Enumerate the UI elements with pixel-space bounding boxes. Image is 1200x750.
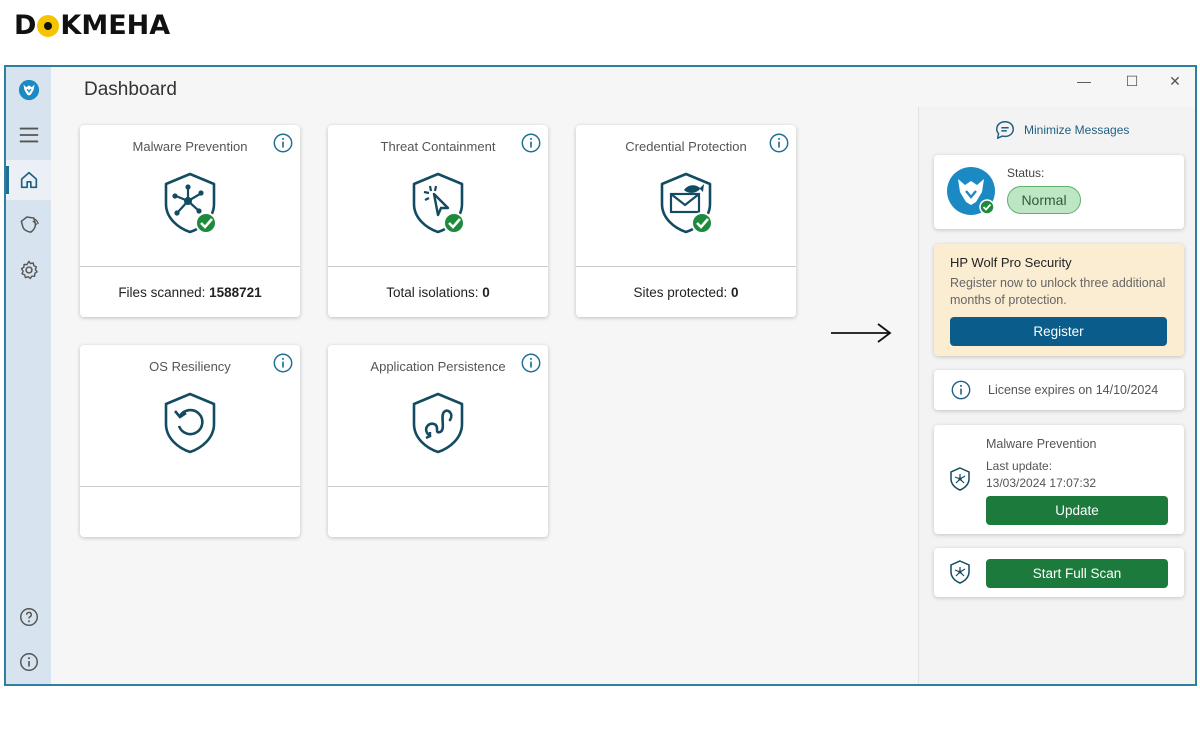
card-footer: Files scanned: 1588721: [80, 285, 300, 300]
card-threat-containment[interactable]: Threat Containment Total isolations: 0: [328, 125, 548, 317]
sidebar-item-alerts[interactable]: [6, 205, 51, 245]
status-card: Status: Normal: [934, 155, 1184, 229]
maximize-window-button[interactable]: ☐: [1122, 71, 1142, 91]
card-credential-protection[interactable]: Credential Protection Sites protected: 0: [576, 125, 796, 317]
promo-text: Register now to unlock three additional …: [950, 276, 1166, 307]
shield-network-icon: [164, 172, 217, 234]
shield-persistence-icon: [412, 392, 464, 454]
info-icon[interactable]: [520, 352, 542, 374]
help-icon: [19, 608, 38, 626]
status-label: Status:: [1007, 166, 1045, 180]
sidebar-item-help[interactable]: [6, 597, 51, 637]
shield-network-icon: [950, 560, 970, 584]
sidebar: [6, 67, 51, 684]
app-window: Dashboard — ☐ ✕ Malware Prevention Files…: [4, 65, 1197, 686]
home-icon: [20, 171, 37, 189]
malware-update-title: Malware Prevention: [986, 437, 1097, 451]
close-window-button[interactable]: ✕: [1165, 71, 1185, 91]
sidebar-item-about[interactable]: [6, 642, 51, 682]
footer-value: 1588721: [209, 285, 262, 300]
shield-fish-icon: [660, 172, 713, 234]
footer-value: 0: [731, 285, 739, 300]
info-icon[interactable]: [768, 132, 790, 154]
arrow-annotation: [831, 323, 892, 343]
card-footer: Sites protected: 0: [576, 285, 796, 300]
shield-network-icon: [950, 467, 970, 491]
gear-icon: [20, 260, 38, 280]
chat-icon: [996, 121, 1014, 139]
footer-label: Sites protected:: [633, 285, 728, 300]
status-badge: Normal: [1007, 186, 1081, 214]
card-title: Threat Containment: [380, 139, 496, 154]
footer-value: 0: [482, 285, 490, 300]
wolf-logo-icon: [6, 70, 51, 110]
start-full-scan-button[interactable]: Start Full Scan: [986, 559, 1168, 588]
info-icon[interactable]: [272, 132, 294, 154]
card-os-resiliency[interactable]: OS Resiliency: [80, 345, 300, 537]
messages-panel: Minimize Messages Status: Normal HP Wolf…: [918, 107, 1195, 684]
last-update: Last update: 13/03/2024 17:07:32: [986, 458, 1096, 492]
last-update-label: Last update:: [986, 459, 1053, 473]
promo-card: HP Wolf Pro Security Register now to unl…: [934, 244, 1184, 356]
scan-card: Start Full Scan: [934, 548, 1184, 597]
last-update-value: 13/03/2024 17:07:32: [986, 476, 1097, 490]
minimize-messages-label: Minimize Messages: [1024, 123, 1130, 137]
register-button[interactable]: Register: [950, 317, 1167, 346]
logo-o-dot: [37, 15, 60, 37]
brand-logo: D KMEHA: [14, 9, 171, 41]
shield-cursor-icon: [412, 172, 465, 234]
footer-label: Files scanned:: [118, 285, 206, 300]
minimize-window-button[interactable]: —: [1074, 71, 1094, 91]
update-button[interactable]: Update: [986, 496, 1168, 525]
card-footer: Total isolations: 0: [328, 285, 548, 300]
sidebar-item-settings[interactable]: [6, 250, 51, 290]
malware-update-card: Malware Prevention Last update: 13/03/20…: [934, 425, 1184, 534]
license-expiry-text: License expires on 14/10/2024: [988, 383, 1159, 397]
card-application-persistence[interactable]: Application Persistence: [328, 345, 548, 537]
card-title: Credential Protection: [625, 139, 747, 154]
hamburger-menu-icon[interactable]: [6, 115, 51, 155]
info-icon[interactable]: [272, 352, 294, 374]
card-divider: [328, 266, 548, 267]
sidebar-item-home[interactable]: [6, 160, 51, 200]
minimize-messages-link[interactable]: Minimize Messages: [994, 119, 1129, 141]
info-icon: [951, 380, 971, 400]
card-malware-prevention[interactable]: Malware Prevention Files scanned: 158872…: [80, 125, 300, 317]
card-title: OS Resiliency: [149, 359, 231, 374]
card-divider: [576, 266, 796, 267]
wolf-avatar-icon: [947, 167, 995, 215]
promo-title: HP Wolf Pro Security: [950, 255, 1072, 270]
page-title: Dashboard: [84, 79, 177, 100]
shield-alert-icon: [20, 216, 39, 233]
info-icon[interactable]: [520, 132, 542, 154]
card-title: Malware Prevention: [132, 139, 248, 154]
card-title: Application Persistence: [370, 359, 506, 374]
shield-restore-icon: [164, 392, 216, 454]
license-card: License expires on 14/10/2024: [934, 370, 1184, 410]
card-divider: [328, 486, 548, 487]
card-divider: [80, 266, 300, 267]
footer-label: Total isolations:: [386, 285, 479, 300]
card-divider: [80, 486, 300, 487]
info-icon: [19, 653, 38, 671]
